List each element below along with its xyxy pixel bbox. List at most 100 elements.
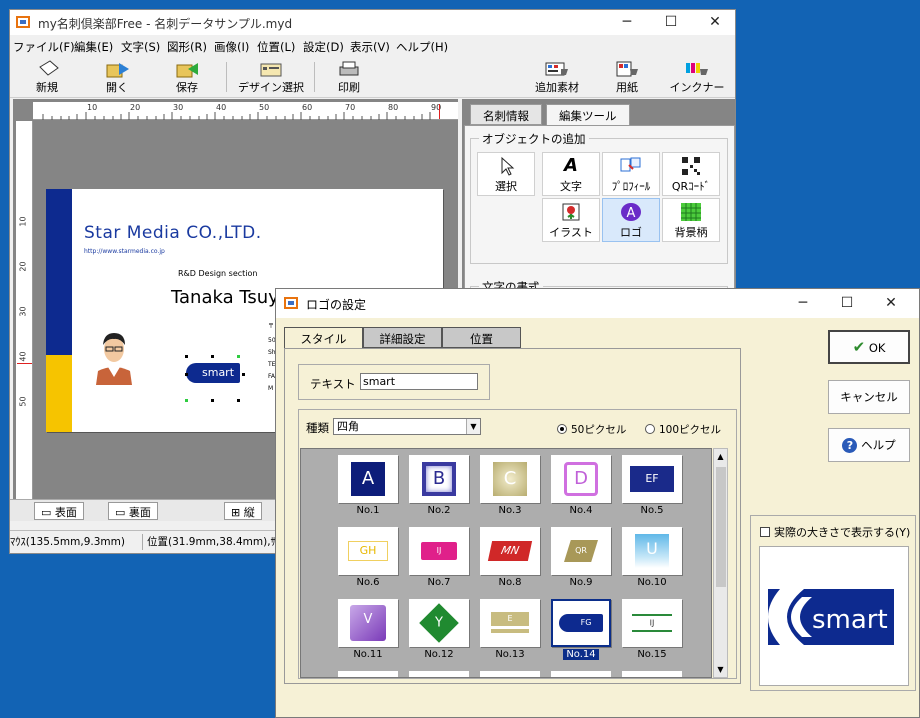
logo-style-item-partial[interactable] [622, 671, 682, 677]
logo-grid-scrollbar[interactable]: ▲ ▼ [713, 448, 728, 678]
menu-view[interactable]: 表示(V) [350, 39, 390, 55]
main-titlebar[interactable]: my名刺倶楽部Free - 名刺データサンプル.myd ─ ☐ ✕ [10, 10, 735, 35]
menu-settings[interactable]: 設定(D) [303, 39, 344, 55]
tab-edit-tools[interactable]: 編集ツール [546, 104, 630, 125]
scroll-down-icon[interactable]: ▼ [714, 665, 727, 674]
logo-thumbnail-selected: FG [551, 599, 611, 647]
tab-position[interactable]: 位置 [442, 327, 521, 348]
logo-style-item[interactable]: FG No.14 [550, 595, 612, 663]
logo-style-item[interactable]: QR No.9 [550, 523, 612, 591]
text-tool-button[interactable]: A 文字 [542, 152, 600, 196]
logo-style-item[interactable]: D No.4 [550, 451, 612, 519]
ok-button[interactable]: ✔ OK [828, 330, 910, 364]
new-button[interactable]: 新規 [14, 58, 80, 96]
card-logo[interactable]: smart [186, 363, 240, 383]
tab-card-info[interactable]: 名刺情報 [470, 104, 542, 125]
logo-style-item-partial[interactable] [480, 671, 540, 677]
save-button[interactable]: 保存 [154, 58, 220, 96]
card-fax-line[interactable]: FA [268, 373, 275, 380]
logo-style-item[interactable]: EF No.5 [621, 451, 683, 519]
logo-style-item-partial[interactable] [338, 671, 398, 677]
logo-style-item[interactable]: MN No.8 [479, 523, 541, 591]
minimize-icon[interactable]: ─ [781, 289, 825, 318]
radio-50px[interactable]: 50ピクセル [557, 422, 626, 437]
selection-handle[interactable] [185, 399, 188, 402]
card-mail-line[interactable]: M [268, 385, 273, 392]
selection-handle[interactable] [185, 355, 188, 358]
logo-style-item[interactable]: A No.1 [337, 451, 399, 519]
logo-thumbnail: U [622, 527, 682, 575]
dialog-titlebar[interactable]: ロゴの設定 ─ ☐ ✕ [276, 289, 919, 318]
kind-label: 種類 [306, 421, 329, 435]
orientation-vertical-button[interactable]: ⊞ 縦 [224, 502, 262, 520]
kind-select[interactable]: 四角 ▼ [333, 418, 481, 435]
close-icon[interactable]: ✕ [869, 289, 913, 318]
illust-tool-button[interactable]: イラスト [542, 198, 600, 242]
logo-style-item[interactable]: IJ No.15 [621, 595, 683, 663]
logo-style-item[interactable]: E No.13 [479, 595, 541, 663]
qr-tool-button[interactable]: QRｺｰﾄﾞ [662, 152, 720, 196]
card-company-name[interactable]: Star Media CO.,LTD. [84, 223, 262, 243]
close-icon[interactable]: ✕ [693, 10, 735, 35]
selection-handle[interactable] [237, 355, 240, 358]
tab-back[interactable]: ▭ 裏面 [108, 502, 158, 520]
minimize-icon[interactable]: ─ [605, 10, 649, 35]
logo-style-item[interactable]: Y No.12 [408, 595, 470, 663]
open-button[interactable]: 開く [84, 58, 150, 96]
logo-style-item[interactable]: GH No.6 [337, 523, 399, 591]
add-object-group: オブジェクトの追加 選択 A 文字 ﾌﾟﾛﾌｨｰﾙ QRｺｰﾄﾞ イラスト A … [470, 131, 728, 264]
menu-file[interactable]: ファイル(F) [13, 39, 75, 55]
logo-style-item[interactable]: V No.11 [337, 595, 399, 663]
logo-thumbnail: IJ [409, 527, 469, 575]
add-materials-button[interactable]: 追加素材 [524, 58, 590, 96]
logo-tool-button[interactable]: A ロゴ [602, 198, 660, 242]
toolbar: 新規 開く 保存 デザイン選択 印刷 追加素材 用紙 インクナー [10, 56, 735, 98]
ruler-ticks [42, 112, 431, 120]
logo-thumbnail: GH [338, 527, 398, 575]
cancel-button[interactable]: キャンセル [828, 380, 910, 414]
maximize-icon[interactable]: ☐ [825, 289, 869, 318]
tab-style[interactable]: スタイル [284, 327, 363, 349]
menu-help[interactable]: ヘルプ(H) [396, 39, 448, 55]
menu-shape[interactable]: 図形(R) [167, 39, 207, 55]
profile-tool-button[interactable]: ﾌﾟﾛﾌｨｰﾙ [602, 152, 660, 196]
print-button[interactable]: 印刷 [316, 58, 382, 96]
selection-handle[interactable] [185, 373, 188, 376]
actual-size-checkbox[interactable]: 実際の大きさで表示する(Y) [760, 524, 910, 540]
selection-handle[interactable] [211, 355, 214, 358]
logo-underline [491, 629, 529, 633]
pattern-tool-button[interactable]: 背景柄 [662, 198, 720, 242]
card-url[interactable]: http://www.starmedia.co.jp [84, 248, 165, 255]
card-address-line[interactable]: 〒 [268, 321, 274, 330]
paper-button[interactable]: 用紙 [594, 58, 660, 96]
logo-style-item[interactable]: U No.10 [621, 523, 683, 591]
logo-style-item[interactable]: B No.2 [408, 451, 470, 519]
radio-100px[interactable]: 100ピクセル [645, 422, 721, 437]
tab-detail-settings[interactable]: 詳細設定 [363, 327, 442, 348]
card-person-name[interactable]: Tanaka Tsuy [171, 287, 279, 308]
ink-toner-button[interactable]: インクナー [664, 58, 730, 96]
menu-position[interactable]: 位置(L) [257, 39, 295, 55]
logo-thumbnail: IJ [622, 599, 682, 647]
logo-style-item[interactable]: C No.3 [479, 451, 541, 519]
logo-style-item[interactable]: IJ No.7 [408, 523, 470, 591]
scrollbar-thumb[interactable] [716, 467, 726, 587]
person-illustration[interactable] [90, 327, 138, 385]
design-select-button[interactable]: デザイン選択 [232, 58, 310, 96]
logo-style-item-partial[interactable] [409, 671, 469, 677]
help-button[interactable]: ? ヘルプ [828, 428, 910, 462]
scroll-up-icon[interactable]: ▲ [714, 452, 727, 461]
menu-text[interactable]: 文字(S) [121, 39, 160, 55]
card-section[interactable]: R&D Design section [178, 269, 257, 278]
selection-handle[interactable] [237, 399, 240, 402]
logo-style-item-partial[interactable] [551, 671, 611, 677]
toolbar-separator [314, 62, 315, 92]
menu-edit[interactable]: 編集(E) [74, 39, 113, 55]
menu-image[interactable]: 画像(I) [214, 39, 249, 55]
logo-text-input[interactable] [360, 373, 478, 390]
select-tool-button[interactable]: 選択 [477, 152, 535, 196]
selection-handle[interactable] [242, 373, 245, 376]
maximize-icon[interactable]: ☐ [649, 10, 693, 35]
tab-front[interactable]: ▭ 表面 [34, 502, 84, 520]
selection-handle[interactable] [211, 399, 214, 402]
